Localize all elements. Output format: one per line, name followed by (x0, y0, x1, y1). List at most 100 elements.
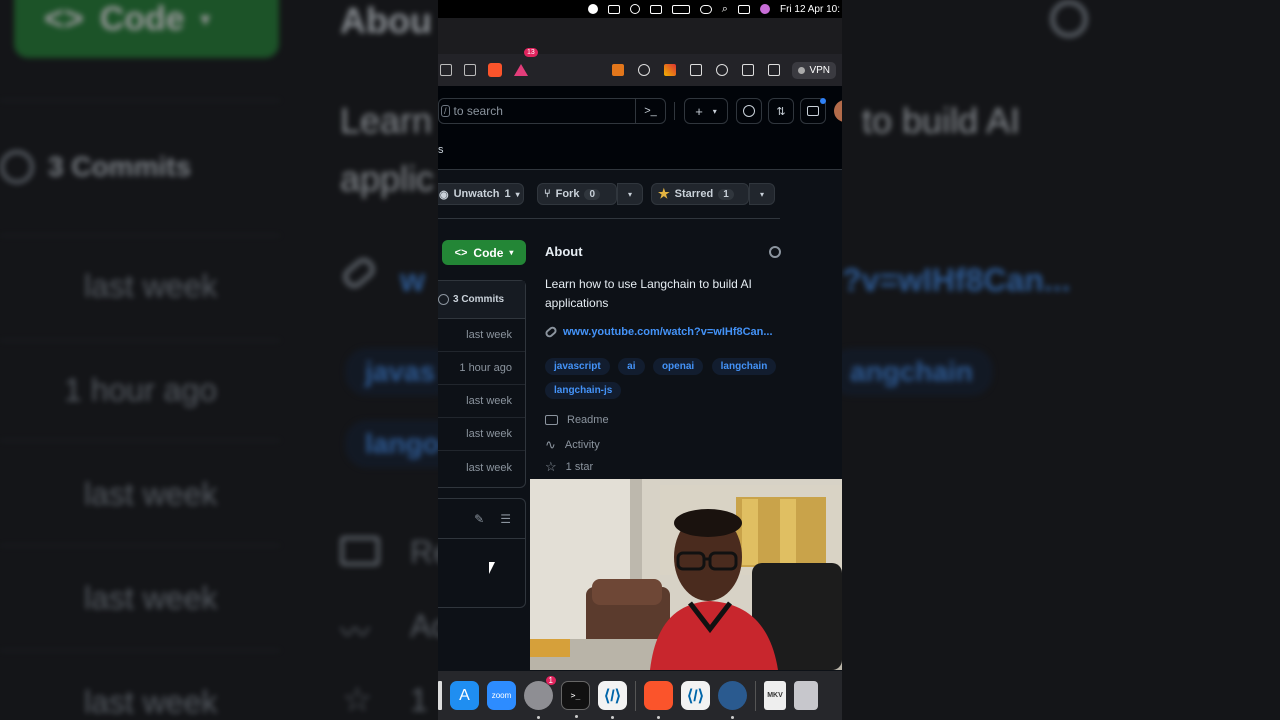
menubar-clock[interactable]: Fri 12 Apr 10: (780, 4, 840, 15)
play-icon[interactable] (629, 4, 640, 14)
zoom-icon[interactable]: zoom (487, 681, 516, 710)
control-center-icon[interactable] (737, 4, 750, 14)
star-filled-icon: ★ (658, 186, 670, 201)
activity-label[interactable]: Activity (565, 439, 600, 451)
commits-label[interactable]: 3 Commits (453, 294, 504, 305)
readme-label[interactable]: Readme (567, 414, 609, 426)
topic-tag[interactable]: langchain (711, 358, 777, 375)
terminal-glyph: >_ (570, 691, 581, 700)
metamask-icon[interactable] (612, 64, 625, 76)
link-icon[interactable] (699, 4, 712, 14)
pull-request-icon: ⇅ (776, 105, 786, 118)
readme-link[interactable]: Readme (545, 414, 609, 426)
book-icon (545, 415, 558, 425)
topic-tag[interactable]: ai (618, 358, 645, 375)
windows-icon[interactable] (649, 4, 662, 14)
dock-app-partial[interactable] (438, 681, 442, 710)
system-settings-icon[interactable]: 1 (524, 676, 556, 719)
fork-label: Fork (555, 188, 580, 200)
github-header: / to search >_ + ▾ ⇅ s (438, 86, 842, 170)
pulse-icon: ∿ (545, 437, 556, 452)
brave-shield-icon[interactable] (488, 63, 502, 77)
outline-list-icon[interactable]: ☰ (500, 512, 511, 526)
star-dropdown-button[interactable]: ▾ (749, 183, 775, 205)
topic-tag[interactable]: javascript (545, 358, 610, 375)
wallet-icon[interactable] (768, 64, 781, 76)
activity-link[interactable]: ∿ Activity (545, 437, 600, 453)
readme-panel: ✎ ☰ (438, 498, 526, 608)
website-link-text[interactable]: www.youtube.com/watch?v=wIHf8Can... (563, 326, 773, 338)
bg-row-3: last week (84, 476, 218, 512)
starred-button[interactable]: ★ Starred 1 (651, 183, 749, 205)
code-button[interactable]: <> Code ▾ (442, 240, 526, 265)
topic-tag[interactable]: langchain-js (545, 382, 622, 399)
record-icon[interactable] (587, 4, 598, 14)
fork-button[interactable]: ⑂ Fork 0 (537, 183, 617, 205)
color-picker-icon[interactable] (664, 64, 677, 76)
bg-link-icon (338, 253, 380, 293)
quicktime-icon[interactable] (718, 681, 747, 719)
gear-icon[interactable] (769, 246, 781, 258)
bg-row-4: last week (84, 580, 218, 616)
bg-about: Abou (340, 0, 432, 41)
pull-requests-button[interactable]: ⇅ (768, 98, 794, 124)
commits-header[interactable]: 3 Commits (438, 281, 525, 319)
app-store-icon[interactable]: A (450, 681, 479, 710)
battery-icon[interactable] (671, 4, 690, 14)
stars-link[interactable]: ☆ 1 star (545, 459, 593, 475)
siri-icon[interactable] (759, 4, 770, 14)
screen-cast-icon[interactable] (440, 64, 452, 76)
brave-rewards-icon[interactable]: 13 (514, 48, 538, 76)
share-icon[interactable] (464, 64, 476, 76)
music-icon[interactable] (716, 64, 729, 76)
file-row-date[interactable]: last week (438, 319, 525, 352)
repo-name[interactable]: s (438, 144, 444, 156)
bg-link-1: w (400, 262, 425, 298)
grammarly-icon[interactable] (638, 64, 651, 76)
topic-tag[interactable]: openai (652, 358, 704, 375)
video-frame: <> Code ▾ 3 Commits last week 1 hour ago l… (0, 0, 1280, 720)
settings-badge: 1 (545, 676, 556, 685)
file-row-date[interactable]: last week (438, 418, 525, 451)
search-icon[interactable]: ⌕ (722, 3, 728, 16)
vpn-label: VPN (809, 64, 830, 76)
extensions-icon[interactable] (690, 64, 703, 76)
file-row-date[interactable]: last week (438, 451, 525, 484)
unwatch-button[interactable]: ◉ Unwatch 1 ▾ (438, 183, 524, 205)
topics-list: javascript ai openai langchain langchain… (545, 356, 785, 404)
running-indicator (575, 715, 578, 718)
unwatch-label: Unwatch (453, 188, 500, 200)
sidebar-icon[interactable] (742, 64, 755, 76)
webcam-overlay (530, 479, 842, 670)
command-palette-icon[interactable]: >_ (635, 99, 665, 123)
website-link[interactable]: www.youtube.com/watch?v=wIHf8Can... (543, 325, 773, 339)
terminal-icon[interactable]: >_ (561, 681, 590, 718)
starred-count: 1 (718, 188, 734, 200)
vscode-icon[interactable]: ⟨/⟩ (598, 681, 627, 719)
brave-browser-icon[interactable] (644, 681, 673, 719)
create-new-button[interactable]: + ▾ (684, 98, 728, 124)
vpn-button[interactable]: VPN (792, 61, 836, 79)
fork-dropdown-button[interactable]: ▾ (617, 183, 643, 205)
bg-commits: 3 Commits (0, 150, 191, 184)
running-indicator (537, 716, 540, 719)
macos-dock: A zoom 1 >_ ⟨/⟩ ⟨/⟩ MKV (438, 671, 842, 720)
inbox-icon (807, 106, 819, 116)
vlc-file-icon[interactable]: MKV (764, 681, 786, 710)
avatar[interactable] (834, 100, 842, 122)
screen-recording: ⌕ Fri 12 Apr 10: 13 VPN / to search >_ +… (438, 0, 842, 720)
file-list: 3 Commits last week 1 hour ago last week… (438, 280, 526, 488)
stars-label[interactable]: 1 star (566, 461, 594, 473)
vscode-icon-2[interactable]: ⟨/⟩ (681, 681, 710, 710)
bg-pulse-icon: 〰 (340, 617, 370, 650)
trash-icon[interactable] (794, 681, 818, 710)
stack-icon[interactable] (607, 4, 620, 14)
issues-button[interactable] (736, 98, 762, 124)
file-row-date[interactable]: last week (438, 385, 525, 418)
code-button-label: Code (473, 245, 504, 260)
vpn-icon (798, 66, 806, 74)
search-input[interactable]: / to search >_ (438, 98, 666, 124)
bg-book-icon (340, 536, 380, 566)
file-row-date[interactable]: 1 hour ago (438, 352, 525, 385)
edit-pencil-icon[interactable]: ✎ (474, 512, 484, 526)
